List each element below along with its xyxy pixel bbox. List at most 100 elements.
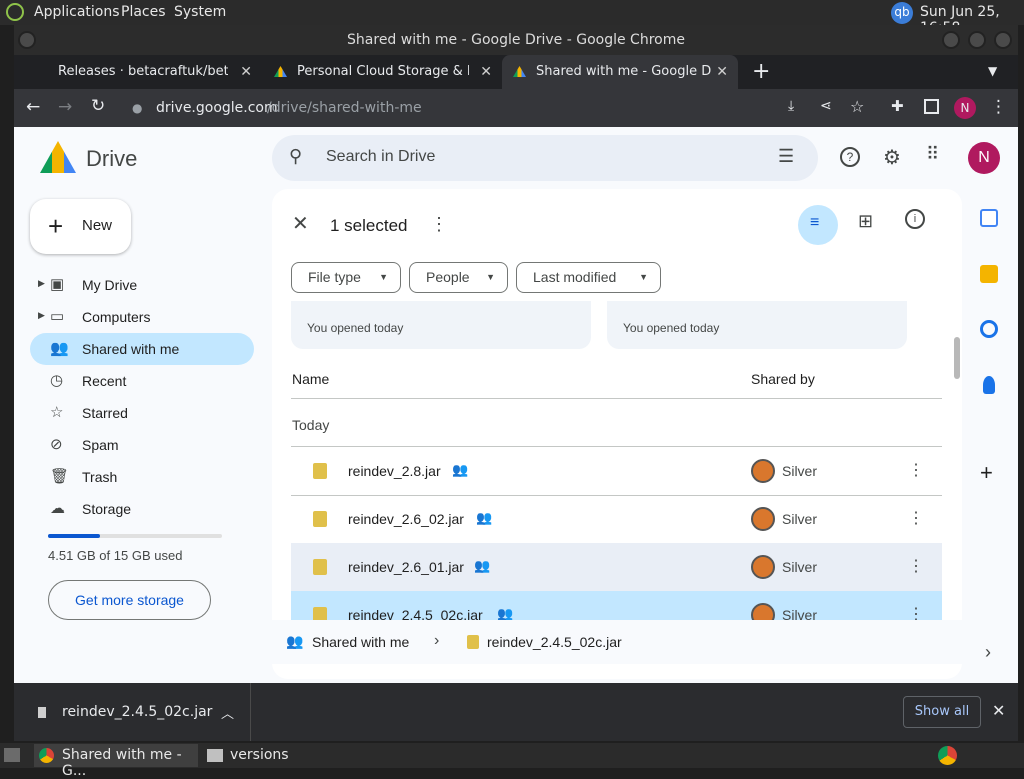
search-options-icon[interactable]: ☰ [778, 146, 794, 167]
tab-personal-cloud[interactable]: Personal Cloud Storage & File ✕ [266, 55, 502, 89]
distro-logo-icon[interactable] [6, 3, 24, 21]
extensions-puzzle-icon[interactable]: ✚ [891, 97, 904, 115]
applications-menu[interactable]: Applications [34, 4, 120, 20]
profile-avatar[interactable]: N [954, 97, 976, 119]
sidebar-item-recent[interactable]: ◷ Recent [30, 365, 254, 397]
chevron-right-icon: › [434, 632, 440, 649]
column-header-name[interactable]: Name [292, 371, 329, 387]
sidebar-item-spam[interactable]: ⊘ Spam [30, 429, 254, 461]
list-view-toggle[interactable]: ≡ [798, 205, 838, 245]
group-label-today: Today [292, 417, 330, 433]
calendar-icon[interactable] [980, 209, 998, 227]
sharer-avatar [751, 555, 775, 579]
tasks-icon[interactable] [980, 320, 998, 338]
show-all-downloads-button[interactable]: Show all [903, 696, 981, 728]
drive-logo-icon[interactable] [40, 141, 76, 173]
taskbar-item-files[interactable]: versions [202, 744, 362, 767]
reload-button[interactable]: ↻ [91, 96, 105, 116]
row-more-actions-icon[interactable]: ⋮ [908, 556, 924, 576]
qbittorrent-tray-icon[interactable]: qb [891, 2, 913, 24]
tab-shared-with-me[interactable]: Shared with me - Google Drive ✕ [502, 55, 738, 89]
drive-title[interactable]: Drive [86, 146, 137, 172]
column-header-shared-by[interactable]: Shared by [751, 371, 815, 387]
support-help-icon[interactable]: ? [840, 147, 860, 167]
clear-selection-close-icon[interactable]: ✕ [292, 211, 309, 236]
sidebar-item-label: Starred [82, 405, 128, 421]
hide-side-panel-chevron-icon[interactable]: › [985, 642, 991, 663]
maximize-button[interactable] [968, 31, 986, 49]
sidebar-item-shared-with-me[interactable]: 👥 Shared with me [30, 333, 254, 365]
search-input[interactable]: Search in Drive [326, 148, 435, 166]
table-row[interactable]: reindev_2.6_01.jar 👥 Silver ⋮ [291, 543, 942, 591]
shelf-divider [250, 683, 251, 741]
search-bar[interactable]: ⚲ Search in Drive ☰ [272, 135, 818, 181]
bookmark-star-icon[interactable]: ☆ [850, 97, 864, 116]
table-row[interactable]: reindev_2.8.jar 👥 Silver ⋮ [291, 447, 942, 495]
share-icon[interactable]: ⋖ [820, 98, 832, 114]
more-actions-icon[interactable]: ⋮ [430, 214, 448, 235]
filter-people[interactable]: People ▼ [409, 262, 508, 293]
address-bar[interactable]: ● drive.google.com /drive/shared-with-me [124, 93, 774, 123]
tab-search-chevron-icon[interactable]: ▼ [988, 64, 997, 78]
shared-people-icon: 👥 [476, 510, 493, 525]
download-file-name[interactable]: reindev_2.4.5_02c.jar [62, 704, 212, 720]
new-tab-button[interactable]: + [752, 59, 770, 84]
google-apps-grid-icon[interactable]: ⠿ [926, 144, 939, 165]
close-tab-icon[interactable]: ✕ [480, 55, 492, 89]
row-more-actions-icon[interactable]: ⋮ [908, 508, 924, 528]
close-tab-icon[interactable]: ✕ [716, 55, 728, 89]
suggested-file-card[interactable]: You opened today [291, 301, 591, 349]
install-app-icon[interactable]: ⤓ [788, 98, 794, 114]
download-options-chevron-icon[interactable]: ︿ [221, 703, 234, 722]
tab-releases[interactable]: Releases · betacraftuk/betacra ✕ [42, 55, 262, 89]
side-panel-rail: + › [968, 189, 1010, 669]
browser-toolbar: ← → ↻ ● drive.google.com /drive/shared-w… [14, 89, 1018, 127]
sidebar-item-my-drive[interactable]: ▶ ▣ My Drive [30, 269, 254, 301]
system-menu[interactable]: System [174, 4, 226, 20]
sidebar-item-label: Trash [82, 469, 118, 485]
close-window-button[interactable] [994, 31, 1012, 49]
sidebar-item-computers[interactable]: ▶ ▭ Computers [30, 301, 254, 333]
close-download-shelf-icon[interactable]: ✕ [992, 701, 1005, 720]
filter-file-type[interactable]: File type ▼ [291, 262, 401, 293]
chrome-menu-icon[interactable]: ⋮ [990, 97, 1007, 117]
google-drive-favicon-icon [274, 66, 287, 77]
window-menu-button[interactable] [18, 31, 36, 49]
side-panel-icon[interactable] [924, 99, 939, 114]
expand-caret-icon[interactable]: ▶ [38, 310, 45, 321]
breadcrumb-current[interactable]: reindev_2.4.5_02c.jar [487, 634, 622, 650]
filter-last-modified[interactable]: Last modified ▼ [516, 262, 661, 293]
grid-view-icon[interactable]: ⊞ [858, 211, 873, 232]
get-more-storage-button[interactable]: Get more storage [48, 580, 211, 620]
new-button[interactable]: + New [30, 199, 131, 254]
table-row[interactable]: reindev_2.6_02.jar 👥 Silver ⋮ [291, 495, 942, 543]
computers-icon: ▭ [50, 308, 65, 325]
site-info-icon[interactable]: ● [132, 93, 142, 123]
contacts-icon[interactable] [983, 376, 995, 394]
get-add-ons-plus-icon[interactable]: + [980, 460, 993, 486]
sidebar-item-storage[interactable]: ☁ Storage [30, 493, 254, 525]
breadcrumb-root[interactable]: Shared with me [312, 634, 409, 650]
forward-button[interactable]: → [58, 97, 72, 117]
chrome-tray-icon[interactable] [938, 746, 957, 765]
expand-caret-icon[interactable]: ▶ [38, 278, 45, 289]
keep-icon[interactable] [980, 265, 998, 283]
row-more-actions-icon[interactable]: ⋮ [908, 460, 924, 480]
sidebar-item-label: Computers [82, 309, 151, 325]
view-details-info-icon[interactable]: i [905, 209, 925, 229]
places-menu[interactable]: Places [121, 4, 166, 20]
minimize-button[interactable] [942, 31, 960, 49]
plus-icon: + [48, 211, 64, 241]
account-avatar[interactable]: N [968, 142, 1000, 174]
search-icon[interactable]: ⚲ [289, 146, 302, 167]
show-desktop-icon[interactable] [4, 748, 20, 762]
sidebar-item-starred[interactable]: ☆ Starred [30, 397, 254, 429]
settings-gear-icon[interactable]: ⚙ [883, 145, 901, 170]
suggested-file-card[interactable]: You opened today [607, 301, 907, 349]
chip-label: People [426, 269, 470, 285]
close-tab-icon[interactable]: ✕ [240, 55, 252, 89]
sidebar-item-trash[interactable]: 🗑 Trash [30, 461, 254, 493]
vertical-scrollbar[interactable] [954, 337, 960, 379]
taskbar-item-chrome[interactable]: Shared with me - G... [34, 744, 198, 779]
back-button[interactable]: ← [26, 97, 40, 117]
